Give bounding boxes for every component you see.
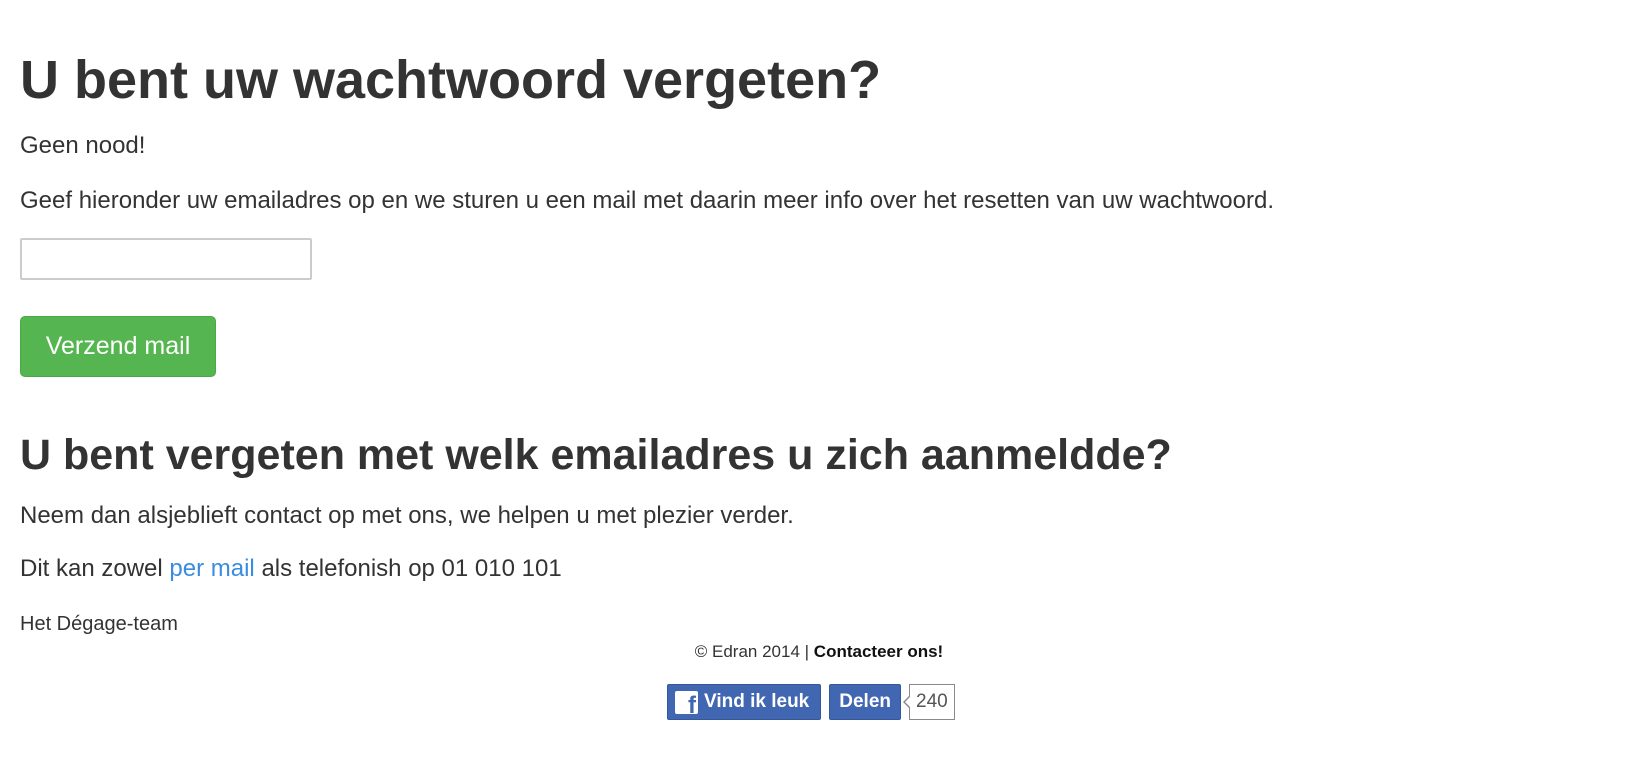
facebook-icon: f [675,690,698,714]
facebook-share-button[interactable]: Delen [829,684,901,720]
forgot-email-heading: U bent vergeten met welk emailadres u zi… [20,431,1172,479]
instructions-text: Geef hieronder uw emailadres op en we st… [20,187,1274,214]
like-label: Vind ik leuk [704,691,810,712]
page-title: U bent uw wachtwoord vergeten? [20,50,882,110]
share-count-badge: 240 [903,684,955,720]
contact-suffix: als telefonish op 01 010 101 [261,555,562,582]
send-mail-button[interactable]: Verzend mail [20,316,216,377]
contact-options-text: Dit kan zowel per mail als telefonish op… [20,554,562,584]
facebook-like-button[interactable]: f Vind ik leuk [667,684,822,720]
email-input[interactable] [20,238,312,280]
contact-prefix: Dit kan zowel [20,555,163,582]
contact-us-text: Neem dan alsjeblieft contact op met ons,… [20,502,794,529]
facebook-widget: f Vind ik leuk Delen 240 [667,684,955,720]
mail-link[interactable]: per mail [169,555,254,582]
forgot-password-page: U bent uw wachtwoord vergeten? Geen nood… [0,0,1638,764]
copyright-text: © Edran 2014 | [694,642,810,661]
footer: © Edran 2014 | Contacteer ons! [0,641,1638,663]
team-signature: Het Dégage-team [20,613,178,635]
contact-link[interactable]: Contacteer ons! [814,642,943,661]
reassurance-text: Geen nood! [20,132,146,159]
